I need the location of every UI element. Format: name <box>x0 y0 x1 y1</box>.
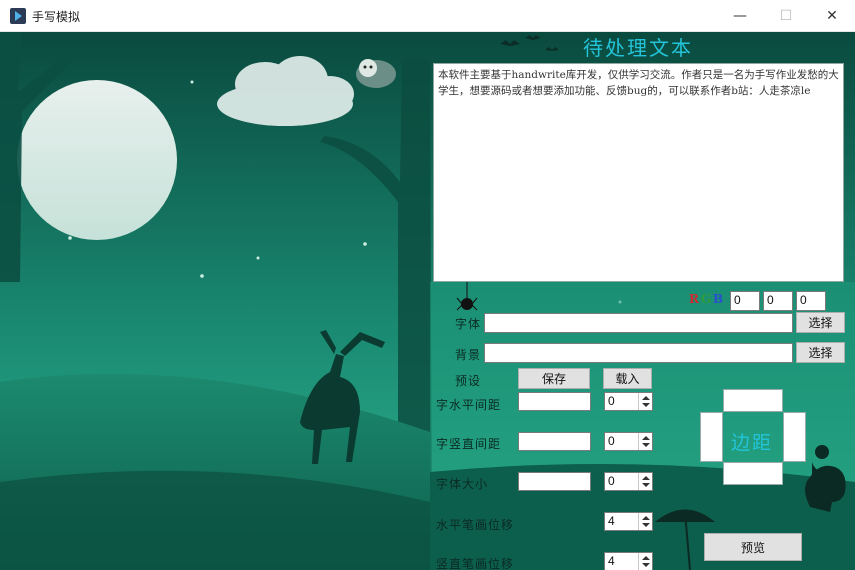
rgb-g-label: G <box>701 292 712 306</box>
margin-top-input[interactable] <box>723 389 783 412</box>
v-spacing-value: 0 <box>608 434 615 448</box>
rgb-g-input[interactable]: 0 <box>763 291 793 311</box>
app-icon <box>10 8 26 24</box>
font-size-stepper[interactable]: 0 <box>604 472 653 491</box>
pending-text-input[interactable]: 本软件主要基于handwrite库开发，仅供学习交流。作者只是一名为手写作业发愁… <box>433 63 844 282</box>
font-size-label: 字体大小 <box>436 477 489 491</box>
rgb-b-label: B <box>713 292 724 306</box>
h-stroke-offset-stepper[interactable]: 4 <box>604 512 653 531</box>
spin-arrows-icon[interactable] <box>638 553 652 570</box>
font-size-input[interactable] <box>518 472 591 491</box>
h-spacing-label: 字水平间距 <box>436 398 502 412</box>
h-spacing-value: 0 <box>608 394 615 408</box>
client-area: 待处理文本 本软件主要基于handwrite库开发，仅供学习交流。作者只是一名为… <box>0 32 855 570</box>
font-size-value: 0 <box>608 474 615 488</box>
h-stroke-offset-label: 水平笔画位移 <box>436 518 515 532</box>
margin-label: 边距 <box>731 432 774 454</box>
title-bar: 手写模拟 — ☐ ✕ <box>0 0 855 32</box>
v-spacing-label: 字竖直间距 <box>436 437 502 451</box>
v-spacing-input[interactable] <box>518 432 591 451</box>
rgb-r-input[interactable]: 0 <box>730 291 760 311</box>
margin-bottom-input[interactable] <box>723 462 783 485</box>
window-title: 手写模拟 <box>32 10 81 24</box>
spin-arrows-icon[interactable] <box>638 393 652 410</box>
background-select-button[interactable]: 选择 <box>796 342 845 363</box>
moon <box>17 80 177 240</box>
background-path-input[interactable] <box>484 343 793 363</box>
margin-left-input[interactable] <box>700 412 723 462</box>
app-window: 手写模拟 — ☐ ✕ 待处理文本 本软件主要基于handwrite库开发，仅供学… <box>0 0 855 570</box>
font-path-input[interactable] <box>484 313 793 333</box>
rgb-b-input[interactable]: 0 <box>796 291 826 311</box>
h-spacing-input[interactable] <box>518 392 591 411</box>
spin-arrows-icon[interactable] <box>638 473 652 490</box>
v-stroke-offset-stepper[interactable]: 4 <box>604 552 653 570</box>
maximize-button[interactable]: ☐ <box>763 0 809 32</box>
v-spacing-stepper[interactable]: 0 <box>604 432 653 451</box>
font-select-button[interactable]: 选择 <box>796 312 845 333</box>
preview-button[interactable]: 预览 <box>704 533 802 561</box>
preset-label: 预设 <box>455 374 482 388</box>
rgb-r-label: R <box>689 292 699 306</box>
preset-save-button[interactable]: 保存 <box>518 368 590 389</box>
pending-text-heading: 待处理文本 <box>583 36 693 60</box>
background-label: 背景 <box>455 348 482 362</box>
h-spacing-stepper[interactable]: 0 <box>604 392 653 411</box>
h-stroke-offset-value: 4 <box>608 514 615 528</box>
preset-load-button[interactable]: 载入 <box>603 368 652 389</box>
spin-arrows-icon[interactable] <box>638 433 652 450</box>
minimize-button[interactable]: — <box>717 0 763 32</box>
close-button[interactable]: ✕ <box>809 0 855 32</box>
font-label: 字体 <box>455 317 482 331</box>
margin-right-input[interactable] <box>783 412 806 462</box>
spin-arrows-icon[interactable] <box>638 513 652 530</box>
v-stroke-offset-label: 竖直笔画位移 <box>436 557 515 570</box>
v-stroke-offset-value: 4 <box>608 554 615 568</box>
